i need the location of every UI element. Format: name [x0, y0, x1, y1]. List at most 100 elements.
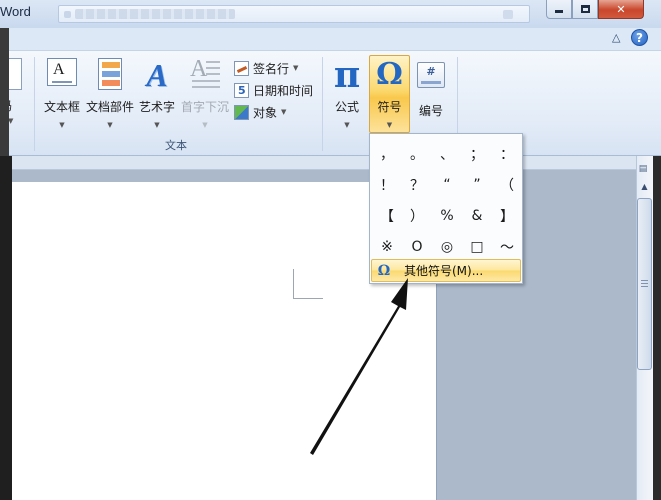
- ribbon-collapse-icon[interactable]: △: [612, 31, 620, 44]
- date-time-button[interactable]: 日期和时间: [234, 79, 313, 101]
- group-separator: [34, 57, 35, 151]
- symbol-cell[interactable]: ，: [372, 138, 402, 169]
- symbol-cell[interactable]: 】: [492, 200, 522, 231]
- symbol-cell[interactable]: ？: [402, 169, 432, 200]
- symbol-dropdown-menu: ， 。 、 ； ： ！ ？ “ ” （ 【 ） % & 】 ※ O ◎ □ ～ …: [369, 133, 523, 284]
- dropcap-icon: A: [190, 56, 220, 90]
- symbol-cell[interactable]: ◎: [432, 231, 462, 262]
- symbol-button[interactable]: Ω 符号 ▼: [369, 57, 410, 130]
- symbol-cell[interactable]: 。: [402, 138, 432, 169]
- minimize-button[interactable]: [546, 0, 572, 19]
- left-window-edge-upper: [0, 28, 9, 156]
- wordart-icon: A: [146, 57, 168, 93]
- textbox-icon-line: [52, 81, 72, 83]
- symbol-cell[interactable]: ～: [492, 231, 522, 262]
- signature-line-button[interactable]: 签名行 ▼: [234, 57, 313, 79]
- signature-line-icon: [234, 60, 249, 76]
- wordart-button[interactable]: A 艺术字 ▼: [138, 58, 176, 129]
- dropcap-dropdown-icon: ▼: [202, 121, 208, 129]
- numbering-button[interactable]: # 编号: [414, 58, 448, 119]
- omega-small-icon: Ω: [377, 262, 391, 279]
- wordart-dropdown-icon: ▼: [154, 121, 160, 129]
- symbol-cell[interactable]: ；: [462, 138, 492, 169]
- numbering-button-icon-wrap: #: [414, 62, 448, 96]
- dropcap-icon-line: [192, 80, 220, 82]
- page-margin-marker: [293, 269, 323, 299]
- quick-parts-button[interactable]: 文档部件 ▼: [86, 58, 134, 129]
- horizontal-ruler-strip: [0, 156, 636, 170]
- symbol-cell[interactable]: 【: [372, 200, 402, 231]
- symbol-cell[interactable]: 、: [432, 138, 462, 169]
- wordart-label: 艺术字: [138, 100, 175, 114]
- omega-icon: Ω: [376, 57, 403, 92]
- close-button[interactable]: ✕: [598, 0, 644, 19]
- quick-parts-icon-band: [102, 71, 120, 77]
- blurred-document-title: [75, 9, 235, 19]
- right-window-edge: [653, 156, 661, 500]
- equation-button[interactable]: π 公式 ▼: [330, 54, 364, 129]
- object-icon: [234, 104, 249, 120]
- textbox-icon-letter: A: [53, 61, 65, 78]
- object-label: 对象: [253, 105, 278, 120]
- numbering-label: 编号: [418, 104, 443, 118]
- symbol-cell[interactable]: %: [432, 200, 462, 231]
- more-symbols-menu-item[interactable]: Ω 其他符号(M)...: [371, 259, 521, 282]
- pi-icon: π: [333, 54, 361, 96]
- textbox-dropdown-icon: ▼: [59, 121, 65, 129]
- help-icon[interactable]: ?: [631, 29, 648, 46]
- object-button[interactable]: 对象 ▼: [234, 101, 313, 123]
- symbol-dropdown-icon: ▼: [386, 121, 393, 129]
- signature-line-label: 签名行: [253, 61, 290, 76]
- symbol-cell[interactable]: □: [462, 231, 492, 262]
- quick-parts-dropdown-icon: ▼: [107, 121, 113, 129]
- close-icon: ✕: [616, 2, 626, 16]
- dropcap-button[interactable]: A 首字下沉 ▼: [180, 56, 230, 129]
- dropcap-label: 首字下沉: [180, 100, 229, 114]
- textbox-button[interactable]: A 文本框 ▼: [42, 58, 82, 129]
- ribbon-tab-row: [0, 28, 661, 50]
- symbol-cell[interactable]: “: [432, 169, 462, 200]
- numbering-icon: #: [417, 62, 445, 88]
- window-controls: ✕: [546, 0, 661, 19]
- more-symbols-label: 其他符号(M)...: [404, 264, 484, 278]
- dropcap-icon-line: [206, 73, 220, 75]
- group-label-text: 文本: [165, 139, 187, 152]
- dropcap-button-icon-wrap: A: [180, 56, 230, 92]
- quick-parts-label: 文档部件: [86, 100, 135, 114]
- symbol-cell[interactable]: ※: [372, 231, 402, 262]
- word-window: Word ✕ △ ? 文本 码 ▼ A 文本框 ▼: [0, 0, 661, 500]
- textbox-button-icon-wrap: A: [42, 58, 82, 92]
- dropcap-icon-line: [192, 86, 220, 88]
- title-doc-icon: [64, 11, 71, 18]
- signature-line-dropdown-icon: ▼: [293, 64, 299, 72]
- minimize-icon: [555, 10, 563, 13]
- maximize-button[interactable]: [572, 0, 598, 19]
- app-name: Word: [0, 4, 31, 19]
- view-ruler-icon[interactable]: ▤: [635, 164, 651, 180]
- symbol-cell[interactable]: &: [462, 200, 492, 231]
- quick-parts-icon-band: [102, 80, 120, 86]
- quick-parts-button-icon-wrap: [86, 58, 134, 92]
- symbol-cell[interactable]: ：: [492, 138, 522, 169]
- maximize-icon: [580, 5, 590, 13]
- symbol-cell[interactable]: ）: [402, 200, 432, 231]
- symbol-cell[interactable]: ”: [462, 169, 492, 200]
- equation-label: 公式: [334, 100, 359, 114]
- text-small-commands: 签名行 ▼ 日期和时间 对象 ▼: [234, 57, 313, 123]
- symbol-label: 符号: [377, 100, 402, 114]
- left-window-edge: [0, 156, 12, 500]
- group-separator: [322, 57, 323, 151]
- symbol-grid: ， 。 、 ； ： ！ ？ “ ” （ 【 ） % & 】 ※ O ◎ □ ～: [372, 138, 522, 262]
- textbox-icon: A: [47, 58, 77, 86]
- equation-dropdown-icon: ▼: [344, 121, 350, 129]
- textbox-label: 文本框: [43, 100, 80, 114]
- date-time-label: 日期和时间: [253, 83, 314, 98]
- scroll-up-icon[interactable]: ▲: [637, 182, 652, 197]
- symbol-cell[interactable]: ！: [372, 169, 402, 200]
- symbol-cell[interactable]: O: [402, 231, 432, 262]
- quick-parts-icon-band: [102, 62, 120, 68]
- dropcap-icon-line: [206, 61, 220, 63]
- quick-parts-icon: [98, 58, 122, 90]
- title-minor-icon: [503, 10, 513, 19]
- symbol-cell[interactable]: （: [492, 169, 522, 200]
